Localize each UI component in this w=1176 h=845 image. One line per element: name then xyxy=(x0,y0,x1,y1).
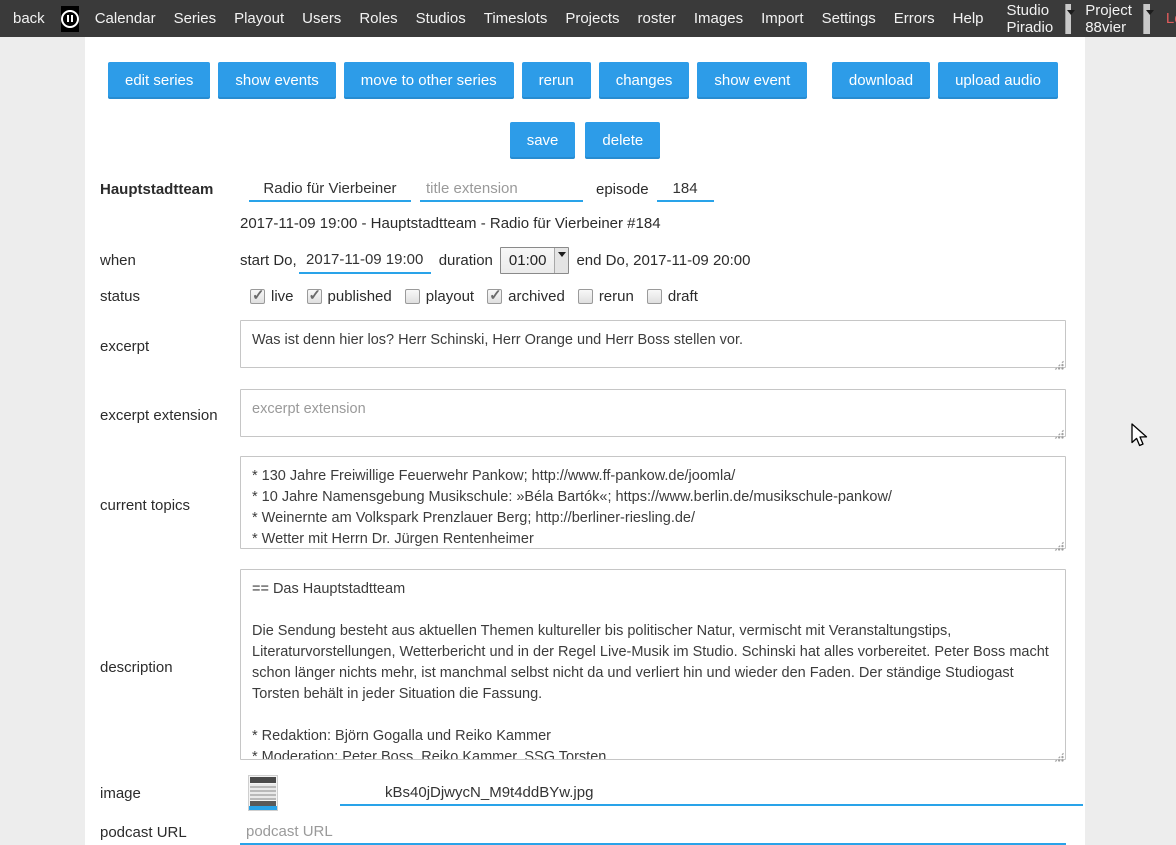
podcast-url-label: podcast URL xyxy=(100,824,240,841)
checkbox-published[interactable]: published xyxy=(307,288,392,305)
checkbox-icon[interactable] xyxy=(578,289,593,304)
nav-item-help[interactable]: Help xyxy=(944,10,993,27)
nav-item-projects[interactable]: Projects xyxy=(556,10,628,27)
start-label: start Do, xyxy=(240,252,297,269)
checkbox-archived-label: archived xyxy=(508,288,565,305)
duration-label: duration xyxy=(439,252,493,269)
nav-item-calendar[interactable]: Calendar xyxy=(86,10,165,27)
content-card: edit series show events move to other se… xyxy=(85,37,1085,845)
checkbox-icon[interactable] xyxy=(405,289,420,304)
nav-item-roster[interactable]: roster xyxy=(629,10,685,27)
chevron-down-icon[interactable] xyxy=(1065,4,1071,34)
checkbox-rerun[interactable]: rerun xyxy=(578,288,634,305)
description-row: description == Das Hauptstadtteam Die Se… xyxy=(100,569,1085,765)
excerpt-extension-textarea[interactable] xyxy=(240,389,1066,437)
episode-edit-page: back Calendar Series Playout Users Roles… xyxy=(0,0,1176,845)
nav-item-errors[interactable]: Errors xyxy=(885,10,944,27)
excerpt-row: excerpt Was ist denn hier los? Herr Schi… xyxy=(100,320,1085,373)
title-input[interactable] xyxy=(249,176,411,202)
upload-audio-button[interactable]: upload audio xyxy=(938,62,1058,99)
move-to-other-series-button[interactable]: move to other series xyxy=(344,62,514,99)
when-row: when start Do, duration 01:00 end Do, 20… xyxy=(100,247,1085,274)
current-topics-textarea[interactable]: * 130 Jahre Freiwillige Feuerwehr Pankow… xyxy=(240,456,1066,549)
current-topics-label: current topics xyxy=(100,497,240,514)
chevron-down-icon[interactable] xyxy=(1143,4,1150,34)
show-event-button[interactable]: show event xyxy=(697,62,807,99)
nav-item-playout[interactable]: Playout xyxy=(225,10,293,27)
episode-input[interactable] xyxy=(657,176,714,202)
podcast-url-row: podcast URL xyxy=(100,819,1085,845)
checkbox-playout[interactable]: playout xyxy=(405,288,474,305)
when-label: when xyxy=(100,252,240,269)
download-button[interactable]: download xyxy=(832,62,930,99)
image-thumbnail[interactable] xyxy=(248,775,278,811)
studio-select[interactable]: Studio Piradio xyxy=(997,2,1076,36)
end-label: end Do, 2017-11-09 20:00 xyxy=(576,252,750,269)
checkbox-icon[interactable] xyxy=(647,289,662,304)
nav-item-series[interactable]: Series xyxy=(165,10,226,27)
excerpt-textarea[interactable]: Was ist denn hier los? Herr Schinski, He… xyxy=(240,320,1066,368)
top-nav: back Calendar Series Playout Users Roles… xyxy=(0,0,1176,37)
checkbox-icon[interactable] xyxy=(307,289,322,304)
project-select-value: Project 88vier xyxy=(1085,2,1136,36)
image-row: image xyxy=(100,775,1085,811)
nav-item-settings[interactable]: Settings xyxy=(813,10,885,27)
edit-series-button[interactable]: edit series xyxy=(108,62,210,99)
checkbox-archived[interactable]: archived xyxy=(487,288,565,305)
title-extension-input[interactable] xyxy=(420,176,583,202)
nav-back-link[interactable]: back xyxy=(0,10,54,27)
full-title-text: 2017-11-09 19:00 - Hauptstadtteam - Radi… xyxy=(240,214,1085,234)
checkbox-icon[interactable] xyxy=(250,289,265,304)
checkbox-draft[interactable]: draft xyxy=(647,288,698,305)
status-label: status xyxy=(100,288,240,305)
excerpt-label: excerpt xyxy=(100,338,240,355)
checkbox-playout-label: playout xyxy=(426,288,474,305)
chevron-down-icon[interactable] xyxy=(554,248,568,273)
status-checkboxes: live published playout archived rerun xyxy=(250,288,698,305)
checkbox-published-label: published xyxy=(328,288,392,305)
description-textarea[interactable]: == Das Hauptstadtteam Die Sendung besteh… xyxy=(240,569,1066,760)
series-name-label: Hauptstadtteam xyxy=(100,181,240,198)
nav-item-roles[interactable]: Roles xyxy=(350,10,406,27)
podcast-url-input[interactable] xyxy=(240,819,1066,845)
piradio-logo-icon[interactable] xyxy=(61,6,79,32)
nav-item-import[interactable]: Import xyxy=(752,10,813,27)
checkbox-draft-label: draft xyxy=(668,288,698,305)
nav-item-images[interactable]: Images xyxy=(685,10,752,27)
checkbox-live[interactable]: live xyxy=(250,288,294,305)
description-label: description xyxy=(100,659,240,676)
save-button[interactable]: save xyxy=(510,122,576,159)
duration-select-value: 01:00 xyxy=(501,248,555,273)
show-events-button[interactable]: show events xyxy=(218,62,335,99)
logo-ring-icon xyxy=(61,10,79,28)
status-row: status live published playout archived xyxy=(100,288,1085,305)
nav-item-users[interactable]: Users xyxy=(293,10,350,27)
image-filename-input[interactable] xyxy=(340,780,1083,806)
delete-button[interactable]: delete xyxy=(585,122,660,159)
image-label: image xyxy=(100,785,240,802)
current-topics-row: current topics * 130 Jahre Freiwillige F… xyxy=(100,456,1085,554)
mouse-cursor-icon xyxy=(1130,423,1150,449)
start-datetime-input[interactable] xyxy=(299,248,431,274)
duration-select[interactable]: 01:00 xyxy=(500,247,570,274)
logout-link[interactable]: Logout xyxy=(1154,10,1176,27)
studio-select-value: Studio Piradio xyxy=(1007,2,1058,36)
episode-label: episode xyxy=(596,181,649,198)
nav-item-studios[interactable]: Studios xyxy=(407,10,475,27)
checkbox-live-label: live xyxy=(271,288,294,305)
toolbar-row-2: save delete xyxy=(85,122,1085,159)
toolbar-spacer xyxy=(815,62,824,99)
rerun-button[interactable]: rerun xyxy=(522,62,591,99)
toolbar-row-1: edit series show events move to other se… xyxy=(108,62,1058,99)
title-row: Hauptstadtteam episode xyxy=(100,176,1085,202)
checkbox-rerun-label: rerun xyxy=(599,288,634,305)
project-select[interactable]: Project 88vier xyxy=(1075,2,1154,36)
excerpt-extension-row: excerpt extension xyxy=(100,389,1085,442)
nav-item-timeslots[interactable]: Timeslots xyxy=(475,10,557,27)
changes-button[interactable]: changes xyxy=(599,62,690,99)
checkbox-icon[interactable] xyxy=(487,289,502,304)
excerpt-extension-label: excerpt extension xyxy=(100,407,240,424)
